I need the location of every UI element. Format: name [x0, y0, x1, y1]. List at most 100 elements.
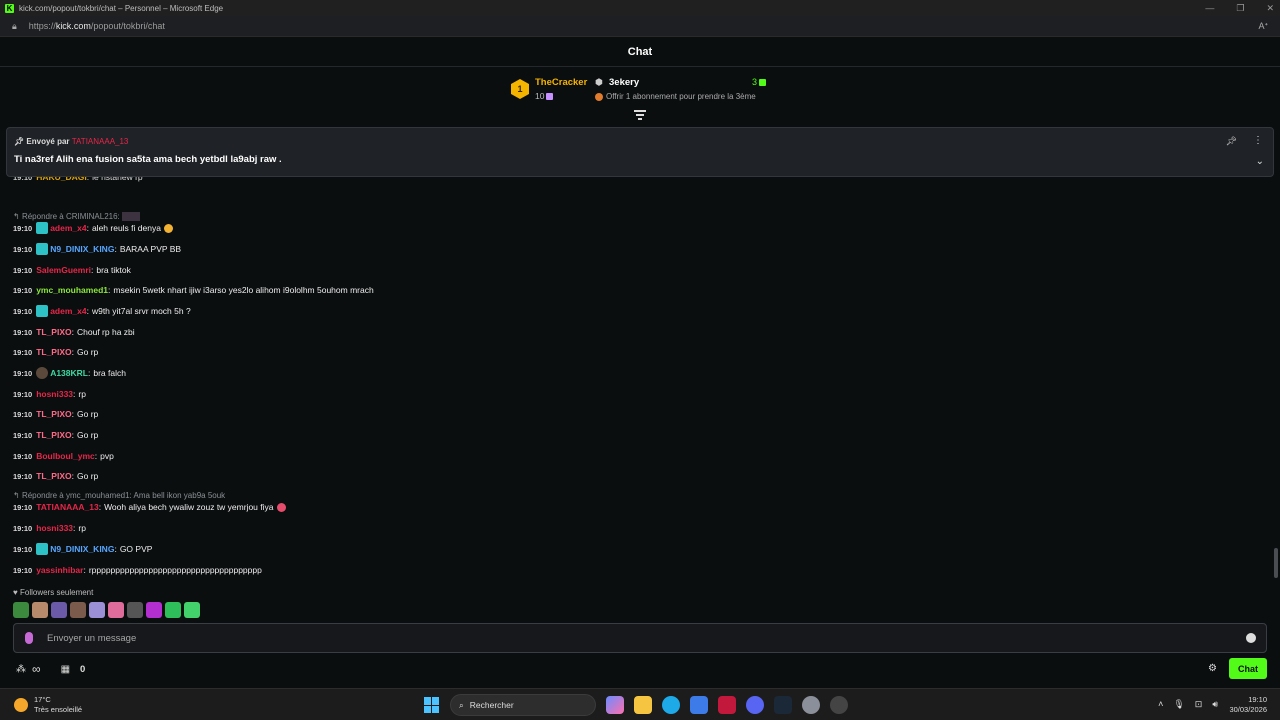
chat-message[interactable]: 19:10 Boulboul_ymc: pvp	[13, 450, 114, 462]
message-input[interactable]	[47, 630, 1227, 647]
message-username[interactable]: hosni333	[36, 523, 73, 533]
minimize-icon[interactable]: —	[1205, 3, 1214, 13]
taskbar-search[interactable]: ⌕ Rechercher	[450, 694, 596, 716]
leader-1-name[interactable]: TheCracker	[535, 77, 587, 88]
microphone-tray-icon[interactable]: 🎙︎	[1173, 699, 1184, 710]
message-username[interactable]: Boulboul_ymc	[36, 451, 95, 461]
store-icon[interactable]: ▦	[61, 664, 70, 675]
edge-icon[interactable]	[662, 696, 680, 714]
chat-message[interactable]: 19:10 TL_PIXO: Go rp	[13, 470, 98, 482]
read-aloud-icon[interactable]: Aᐩ	[1258, 21, 1268, 32]
chat-message[interactable]: 19:10 TL_PIXO: Go rp	[13, 408, 98, 420]
message-username[interactable]: ymc_mouhamed1	[36, 285, 108, 295]
restore-icon[interactable]: ❐	[1236, 3, 1244, 14]
system-tray: ˄ 🎙︎ ⊡ 🔊︎	[1158, 699, 1218, 710]
message-username[interactable]: hosni333	[36, 389, 73, 399]
emote-item[interactable]	[70, 602, 86, 618]
emote-item[interactable]	[32, 602, 48, 618]
message-timestamp: 19:10	[13, 430, 33, 440]
offer-sub-link[interactable]: Offrir 1 abonnement pour prendre la 3ème	[595, 92, 756, 101]
message-username[interactable]: adem_x4	[50, 223, 86, 233]
chat-message[interactable]: 19:10 yassinhibar: rpppppppppppppppppppppp…	[13, 564, 262, 576]
leader-2-name[interactable]: 3ekery	[609, 77, 639, 88]
address-bar[interactable]: 🔒︎ https://kick.com/popout/tokbri/chat A…	[0, 16, 1280, 37]
chat-message[interactable]: 19:10 TL_PIXO: Chouf rp ha zbi	[13, 326, 135, 338]
volume-icon[interactable]: 🔊︎	[1212, 699, 1218, 710]
chat-message[interactable]: 19:10 N9_DINIX_KING: BARAA PVP BB	[13, 243, 181, 255]
weather-widget[interactable]: 17°C Très ensoleillé	[14, 695, 82, 715]
emote-item[interactable]	[127, 602, 143, 618]
message-timestamp: 19:10	[13, 347, 33, 357]
message-text: bra tiktok	[96, 265, 131, 275]
unpin-icon[interactable]: 📌︎	[1226, 136, 1237, 147]
reply-context[interactable]: ↰ Répondre à ymc_mouhamed1: Ama bell iko…	[13, 491, 225, 501]
gift-leaderboard: 1 TheCracker 10 ⬢ 3ekery 3 Offrir 1 abon…	[511, 74, 773, 106]
more-options-icon[interactable]: ⋮	[1253, 135, 1263, 146]
users-icon[interactable]: ⁂	[16, 664, 26, 675]
chat-message[interactable]: 19:10 A138KRL: bra falch	[13, 367, 126, 379]
emote-item[interactable]	[51, 602, 67, 618]
steam-icon[interactable]	[774, 696, 792, 714]
chevron-up-icon[interactable]: ˄	[1158, 699, 1163, 710]
chat-message[interactable]: 19:10 TL_PIXO: Go rp	[13, 429, 98, 441]
message-timestamp: 19:10	[13, 565, 33, 575]
send-chat-button[interactable]: Chat	[1229, 658, 1267, 679]
message-username[interactable]: adem_x4	[50, 306, 86, 316]
store-app-icon[interactable]	[690, 696, 708, 714]
chat-message[interactable]: 19:10 N9_DINIX_KING: GO PVP	[13, 543, 152, 555]
chat-header: Chat	[0, 37, 1280, 67]
url-text[interactable]: https://kick.com/popout/tokbri/chat	[29, 21, 165, 31]
emote-item[interactable]	[108, 602, 124, 618]
message-username[interactable]: N9_DINIX_KING	[50, 544, 114, 554]
chevron-down-icon[interactable]: ⌄	[1256, 156, 1264, 167]
expand-leaderboard-icon[interactable]	[634, 110, 646, 120]
chat-message[interactable]: 19:10 ymc_mouhamed1: msekin 5wetk nhart ij…	[13, 284, 374, 296]
message-username[interactable]: TATIANAAA_13	[36, 502, 99, 512]
gear-icon[interactable]: ⚙︎	[1208, 663, 1217, 674]
message-username[interactable]: TL_PIXO	[36, 409, 71, 419]
chat-scrollbar[interactable]	[1274, 548, 1278, 578]
reply-context[interactable]: ↰ Répondre à CRIMINAL216:	[13, 212, 140, 222]
chat-message[interactable]: 19:10 SalemGuemri: bra tiktok	[13, 264, 131, 276]
message-username[interactable]: TL_PIXO	[36, 347, 71, 357]
app-icon[interactable]	[830, 696, 848, 714]
chat-message-list[interactable]: 19:10 HAKU_DAGI: le nstanew rp ↰ Répondre …	[0, 170, 1270, 585]
leader-1-gifts: 10	[535, 91, 554, 101]
file-explorer-icon[interactable]	[634, 696, 652, 714]
discord-icon[interactable]	[746, 696, 764, 714]
gift-icon	[759, 79, 767, 87]
windows-taskbar: 17°C Très ensoleillé ⌕ Rechercher ˄ 🎙︎ ⊡ 🔊…	[0, 688, 1280, 720]
emote-item[interactable]	[146, 602, 162, 618]
message-username[interactable]: A138KRL	[50, 368, 88, 378]
chat-message[interactable]: 19:10 TATIANAAA_13: Wooh aliya bech ywaliw…	[13, 501, 286, 513]
message-username[interactable]: TL_PIXO	[36, 327, 71, 337]
emote-item[interactable]	[165, 602, 181, 618]
network-icon[interactable]: ⊡	[1195, 699, 1203, 710]
emoji-picker-icon[interactable]	[1246, 633, 1256, 643]
pinned-text: Ti na3ref Alih ena fusion sa5ta ama bech…	[14, 154, 282, 165]
message-username[interactable]: TL_PIXO	[36, 471, 71, 481]
emote-item[interactable]	[13, 602, 29, 618]
microphone-icon[interactable]	[25, 632, 33, 644]
chat-message[interactable]: 19:10 hosni333: rp	[13, 388, 86, 400]
acrobat-icon[interactable]	[718, 696, 736, 714]
settings-app-icon[interactable]	[802, 696, 820, 714]
lock-icon[interactable]: 🔒︎	[12, 21, 17, 32]
message-username[interactable]: N9_DINIX_KING	[50, 244, 114, 254]
emote-item[interactable]	[89, 602, 105, 618]
chat-message[interactable]: 19:10 hosni333: rp	[13, 522, 86, 534]
close-icon[interactable]: ✕	[1266, 3, 1274, 14]
pinned-message[interactable]: 📌︎ Envoyé par TATIANAAA_13 Ti na3ref Ali…	[6, 127, 1274, 177]
followers-only-notice: ♥︎ Followers seulement	[13, 588, 94, 597]
windows-start-icon[interactable]	[424, 697, 440, 713]
clock[interactable]: 19:10 30/03/2026	[1229, 695, 1267, 715]
copilot-icon[interactable]	[606, 696, 624, 714]
chat-message[interactable]: 19:10 TL_PIXO: Go rp	[13, 346, 98, 358]
chat-message[interactable]: 19:10 adem_x4: aleh reuls fi denya	[13, 222, 173, 234]
message-username[interactable]: SalemGuemri	[36, 265, 91, 275]
chat-message[interactable]: 19:10 adem_x4: w9th yit7al srvr moch 5h ?	[13, 305, 191, 317]
chat-input-box[interactable]	[13, 623, 1267, 653]
emote-item[interactable]	[184, 602, 200, 618]
message-username[interactable]: yassinhibar	[36, 565, 83, 575]
message-username[interactable]: TL_PIXO	[36, 430, 71, 440]
